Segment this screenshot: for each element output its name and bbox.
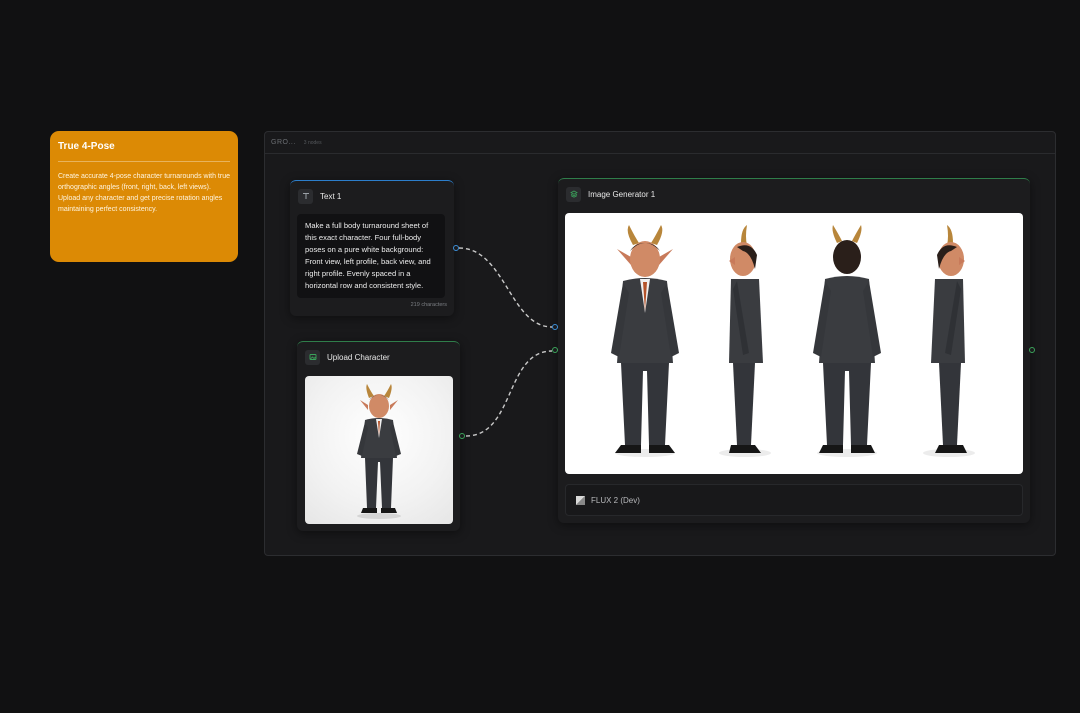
model-icon <box>576 495 585 505</box>
character-front-figure <box>357 384 401 519</box>
upload-character-node[interactable]: Upload Character <box>297 341 460 531</box>
group-header[interactable]: GRO... 3 nodes <box>265 132 1055 154</box>
upload-node-header[interactable]: Upload Character <box>297 342 460 372</box>
generated-turnaround-image[interactable] <box>565 213 1023 474</box>
uploaded-character-image[interactable] <box>305 376 453 524</box>
group-name: GRO... <box>271 139 296 146</box>
text-icon <box>298 188 313 204</box>
left-profile-figure <box>719 225 771 457</box>
back-view-figure <box>813 225 881 457</box>
turnaround-figures <box>611 225 975 457</box>
model-selector[interactable]: FLUX 2 (Dev) <box>565 484 1023 516</box>
group-node-count: 3 nodes <box>303 139 322 146</box>
text-node[interactable]: Text 1 Make a full body turnaround sheet… <box>290 180 454 316</box>
generator-node-header[interactable]: Image Generator 1 <box>558 179 1030 209</box>
image-generator-node[interactable]: Image Generator 1 FLUX 2 (Dev) <box>558 178 1030 523</box>
sticky-note[interactable]: True 4-Pose Create accurate 4-pose chara… <box>50 131 238 262</box>
text-node-title: Text 1 <box>320 191 342 201</box>
note-body: Create accurate 4-pose character turnaro… <box>58 173 230 213</box>
generator-node-title: Image Generator 1 <box>588 189 656 199</box>
character-count: 219 characters <box>410 302 447 308</box>
prompt-input-port[interactable] <box>552 324 558 330</box>
text-output-port[interactable] <box>453 245 459 251</box>
front-view-figure <box>611 225 679 457</box>
prompt-textarea[interactable]: Make a full body turnaround sheet of thi… <box>297 214 445 298</box>
upload-node-title: Upload Character <box>327 352 390 362</box>
layers-icon <box>566 186 581 202</box>
upload-output-port[interactable] <box>459 433 465 439</box>
image-input-port[interactable] <box>552 347 558 353</box>
text-node-header[interactable]: Text 1 <box>290 181 454 211</box>
right-profile-figure <box>923 225 975 457</box>
note-title: True 4-Pose <box>58 141 230 162</box>
generator-output-port[interactable] <box>1029 347 1035 353</box>
image-icon <box>305 349 320 365</box>
model-label: FLUX 2 (Dev) <box>591 495 640 505</box>
